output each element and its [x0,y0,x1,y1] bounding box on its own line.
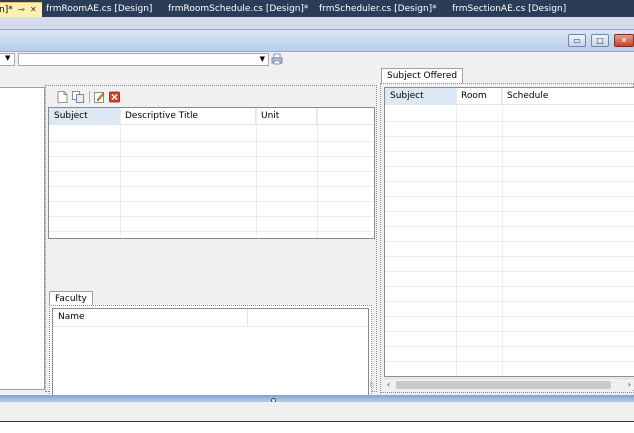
form-bottom-border [0,395,634,403]
subject-offered-panel: Subject Room Schedule ‹ › [380,83,634,393]
grid-line [49,171,374,172]
document-tab-strip: n]* ⊸ ✕ frmRoomAE.cs [Design] frmRoomSch… [0,0,634,17]
form-title-bar: ▭ □ ✕ [0,29,634,52]
tab-faculty[interactable]: Faculty [49,291,93,306]
column-header-descriptive-title[interactable]: Descriptive Title [120,108,256,125]
grid-line [456,88,457,376]
new-icon[interactable] [57,91,68,103]
toolbar-separator [89,91,90,103]
grid-line [385,286,634,287]
designer-surface [0,17,634,29]
scrollbar-thumb[interactable] [396,381,611,389]
subjects-grid-header: Subject Descriptive Title Unit [49,108,374,125]
offered-grid[interactable]: Subject Room Schedule [384,87,634,377]
subjects-toolbar [48,88,374,106]
doc-tab-active-label: n]* [0,5,13,15]
scroll-left-icon[interactable]: ‹ [387,379,390,390]
grid-line [120,108,121,238]
grid-line [53,326,368,327]
print-icon[interactable] [271,53,283,65]
tab-subject-offered[interactable]: Subject Offered [381,68,464,83]
grid-line [385,121,634,122]
scroll-right-icon[interactable]: › [628,379,631,390]
grid-line [385,166,634,167]
grid-line [385,151,634,152]
grid-line [49,201,374,202]
offered-grid-header: Subject Room Schedule [385,88,634,105]
section-combo[interactable]: ▼ [18,53,269,66]
copy-icon[interactable] [72,91,85,103]
grid-line [385,211,634,212]
pin-icon[interactable]: ⊸ [18,3,25,17]
close-icon[interactable]: ✕ [30,3,37,17]
doc-tab-room-ae[interactable]: frmRoomAE.cs [Design] [46,2,152,17]
grid-line [317,108,318,238]
grid-line [502,88,503,376]
resize-grip-icon[interactable]: ⁞⁞ [370,381,374,389]
grid-line [385,271,634,272]
grid-line [49,216,374,217]
left-list-panel[interactable] [0,87,45,390]
grid-line [49,186,374,187]
chevron-down-icon: ▼ [259,55,265,63]
grid-line [247,309,248,326]
grid-line [385,241,634,242]
chevron-down-icon: ▼ [5,54,11,62]
form-body: ▼ ▼ Subject Descriptive Title Unit Facul… [0,52,634,424]
column-header-subject[interactable]: Subject [49,108,120,125]
edit-icon[interactable] [94,91,105,103]
doc-tab-room-schedule[interactable]: frmRoomSchedule.cs [Design]* [168,2,308,17]
grid-line [385,256,634,257]
footer-area [0,422,634,433]
doc-tab-section-ae[interactable]: frmSectionAE.cs [Design] [452,2,566,17]
maximize-icon[interactable]: □ [591,34,609,47]
column-header-name[interactable]: Name [58,312,85,322]
window-close-icon[interactable]: ✕ [614,34,634,47]
status-bar [0,402,634,422]
column-header-schedule[interactable]: Schedule [502,88,634,105]
grid-line [385,346,634,347]
minimize-icon[interactable]: ▭ [568,34,586,47]
delete-icon[interactable] [109,91,120,103]
grid-line [385,181,634,182]
subjects-container: Subject Descriptive Title Unit Faculty N… [45,85,377,424]
grid-line [385,361,634,362]
grid-line [49,231,374,232]
grid-line [385,331,634,332]
column-header-unit[interactable]: Unit [256,108,317,125]
grid-line [49,141,374,142]
horizontal-scrollbar[interactable]: ‹ › [384,378,634,390]
grid-line [256,108,257,238]
grid-line [49,156,374,157]
column-header-room[interactable]: Room [456,88,502,105]
grid-line [385,316,634,317]
grid-line [385,226,634,227]
subjects-grid[interactable]: Subject Descriptive Title Unit [48,107,375,239]
grid-line [385,136,634,137]
subject-offered-container: Subject Offered Subject Room Schedule ‹ … [380,68,634,393]
doc-tab-scheduler[interactable]: frmScheduler.cs [Design]* [319,2,437,17]
left-combo[interactable]: ▼ [0,53,15,66]
grid-line [385,196,634,197]
column-header-subject[interactable]: Subject [385,88,456,105]
doc-tab-active[interactable]: n]* ⊸ ✕ [0,2,42,17]
grid-line [385,301,634,302]
